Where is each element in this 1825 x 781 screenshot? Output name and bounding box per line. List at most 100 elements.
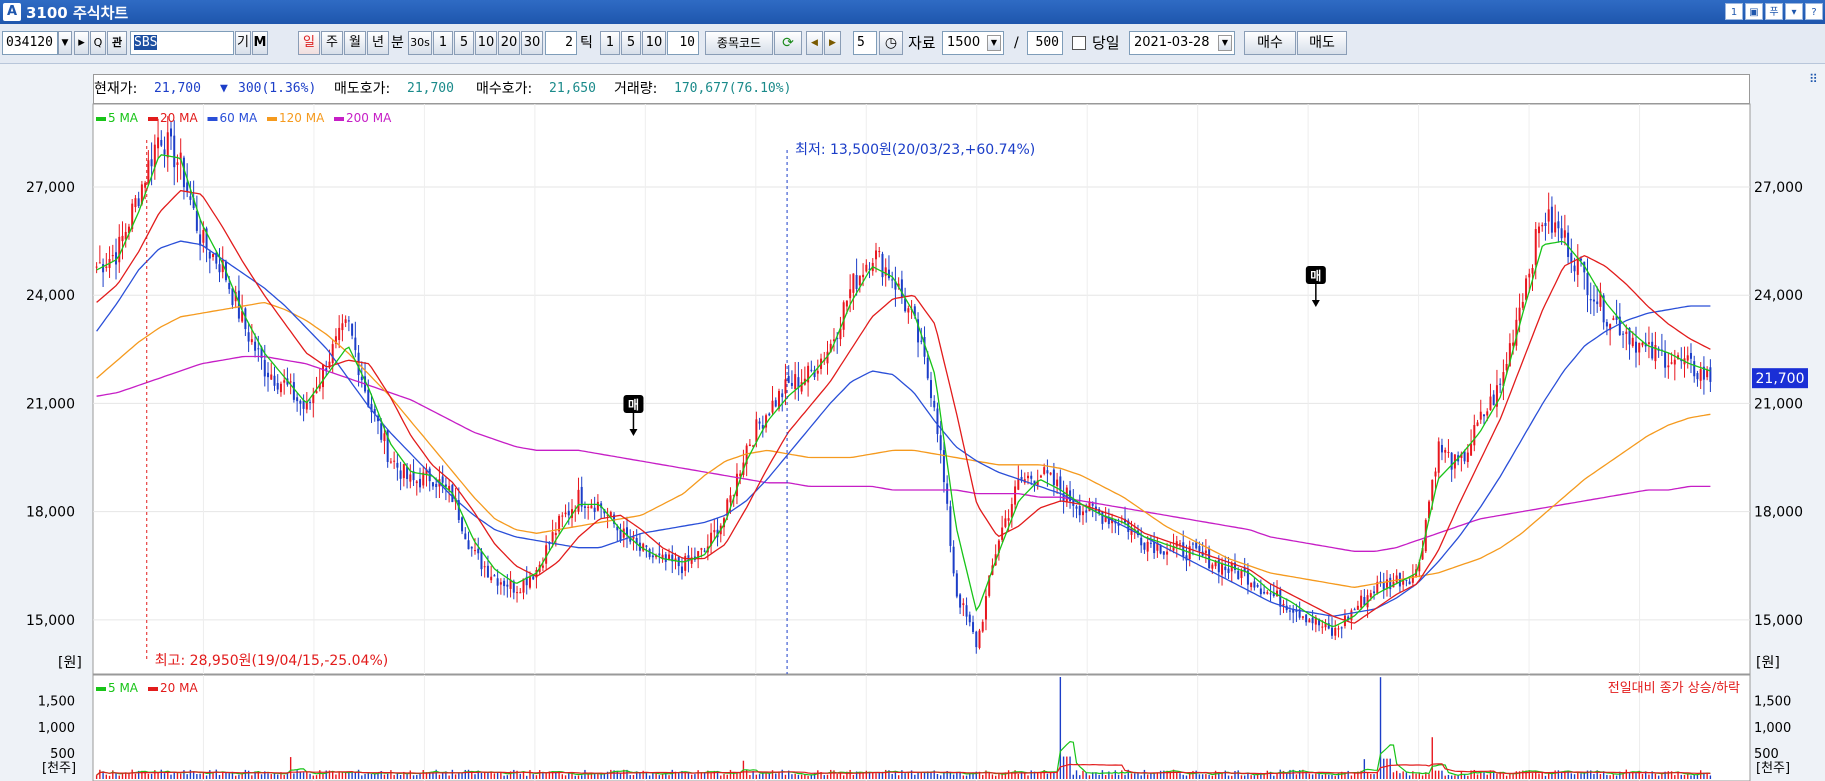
candle-body [968,614,971,623]
candle-body [609,512,612,517]
candle-body [1301,616,1304,618]
minute-30-button[interactable]: 30 [521,31,543,55]
code-dropdown-icon[interactable]: ▼ [58,31,72,55]
volume-pane-bg [92,674,1751,781]
stock-code-button[interactable]: 종목코드 [705,31,773,55]
candle-body [1360,595,1363,608]
minute-5-button[interactable]: 5 [454,31,474,55]
volume-ma5-line [96,740,1711,776]
data-count-select[interactable]: 1500 ▼ [942,31,1004,55]
minute-20-button[interactable]: 20 [498,31,520,55]
next-arrow-icon[interactable]: ▸ [74,31,89,55]
period-week-button[interactable]: 주 [321,31,343,55]
candle-body [677,556,680,567]
candle-body [1027,475,1030,479]
nav-prev-icon[interactable]: ◀ [806,31,823,55]
candle-body [163,149,166,155]
today-checkbox[interactable] [1072,36,1086,50]
tick-10-button[interactable]: 10 [642,31,666,55]
stock-chart[interactable]: 27,00024,00021,00018,00015,000[원] 27,000… [0,0,1825,781]
stock-name-input[interactable]: SBS [130,31,234,55]
candle-body [1030,475,1033,479]
kwan-button[interactable]: 관 [107,31,127,55]
tick-5-button[interactable]: 5 [621,31,641,55]
candle-body [1602,295,1605,323]
candle-body [1136,530,1139,536]
price-legend-label: 200 MA [346,111,392,125]
buy-button[interactable]: 매수 [1244,31,1296,55]
candle-body [1179,543,1182,545]
candle-body [1431,479,1434,501]
minute-10-button[interactable]: 10 [475,31,497,55]
window-btn-pu[interactable]: 푸 [1765,3,1783,20]
candle-body [1557,221,1560,229]
step-input[interactable]: 5 [853,31,877,55]
stock-code-input[interactable]: 034120 [2,31,58,55]
date-select[interactable]: 2021-03-28 ▼ [1129,31,1235,55]
candle-body [929,380,932,399]
candle-body [435,483,438,488]
candle-body [218,264,221,273]
candle-body [389,461,392,463]
period-day-button[interactable]: 일 [298,31,320,55]
gi-button[interactable]: 기 [235,31,251,55]
candle-body [1398,573,1401,587]
candle-body [1256,585,1259,587]
candle-body [1660,349,1663,351]
candle-body [373,409,376,414]
candle-body [224,261,227,281]
candle-body [1327,623,1330,629]
candle-body [516,592,519,594]
candle-body [548,542,551,545]
candle-body [1512,342,1515,346]
candle-body [1259,588,1262,595]
volume-y-tick-right: 1,500 [1754,695,1791,710]
candle-body [1078,506,1081,516]
candle-body [419,478,422,488]
candle-body [590,505,593,509]
window-btn-menu-icon[interactable]: ▾ [1785,3,1803,20]
candle-body [406,466,409,479]
price-legend-label: 120 MA [279,111,325,125]
minute-custom-input[interactable]: 2 [545,31,577,55]
window-btn-restore-icon[interactable]: ▣ [1745,3,1763,20]
volume-legend-label: 20 MA [160,681,198,695]
candle-body [1622,333,1625,335]
candle-body [984,596,987,620]
nav-next-icon[interactable]: ▶ [824,31,841,55]
candle-body [803,378,806,385]
search-icon[interactable]: Q [90,31,106,55]
candle-body [118,236,121,263]
candle-body [571,509,574,518]
tick-1-button[interactable]: 1 [600,31,620,55]
candle-body [1631,337,1634,346]
candle-body [1085,510,1088,513]
refresh-icon[interactable]: ⟳ [774,31,802,55]
candle-body [263,359,266,377]
candle-body [965,605,968,617]
minute-30s-button[interactable]: 30s [408,31,432,55]
candle-body [1440,444,1443,453]
clock-icon[interactable]: ◷ [879,31,903,55]
candle-body [182,157,185,188]
period-month-button[interactable]: 월 [344,31,366,55]
period-year-button[interactable]: 년 [367,31,389,55]
candle-body [438,479,441,487]
volume-value: 170,677(76.10%) [674,81,792,96]
minute-1-button[interactable]: 1 [433,31,453,55]
sell-button[interactable]: 매도 [1297,31,1347,55]
candle-body [503,580,506,587]
window-btn-1[interactable]: 1 [1725,3,1743,20]
candle-body [1072,500,1075,506]
tick-custom-input[interactable]: 10 [667,31,699,55]
candle-body [878,251,881,253]
candle-body [936,408,939,435]
candle-body [357,352,360,376]
candle-body [1198,546,1201,552]
candle-body [826,351,829,364]
m-button[interactable]: M [252,31,268,55]
candle-body [1195,542,1198,549]
display-count-input[interactable]: 500 [1027,31,1063,55]
window-btn-help-icon[interactable]: ? [1805,3,1823,20]
settings-corner-icon[interactable]: ⠿ [1809,72,1823,86]
